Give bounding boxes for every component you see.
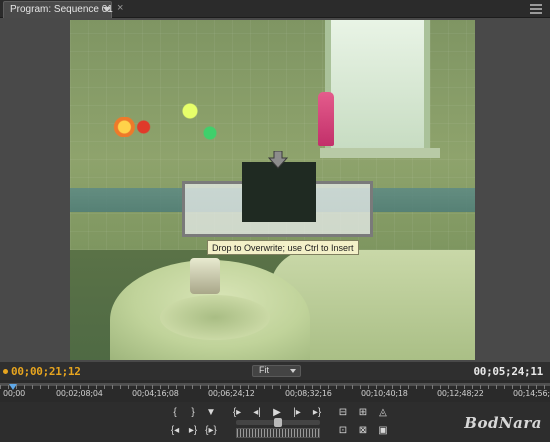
close-icon[interactable]: × [117, 2, 123, 14]
extract-button[interactable]: ⊞ [354, 406, 372, 420]
shuttle-slider[interactable] [236, 418, 320, 427]
play-in-to-out-button[interactable]: {▸} [202, 424, 220, 438]
video-toy [200, 125, 220, 141]
safe-margins-button[interactable]: ▣ [374, 424, 392, 438]
playhead-marker-icon [3, 369, 8, 374]
shuttle-knob[interactable] [274, 418, 282, 427]
video-toy [180, 102, 200, 120]
video-basin [160, 295, 270, 340]
step-back-button[interactable]: ◂| [248, 406, 266, 420]
zoom-select[interactable]: Fit [252, 365, 301, 377]
current-timecode[interactable]: 00;00;21;12 [11, 365, 81, 378]
chevron-down-icon [290, 369, 296, 373]
tab-label: Program: Sequence 01 [10, 4, 113, 15]
video-window [325, 20, 430, 150]
video-sill [320, 148, 440, 158]
mark-in-button[interactable]: { [166, 406, 184, 420]
jog-wheel[interactable] [236, 428, 320, 438]
chevron-down-icon[interactable] [103, 7, 111, 12]
ruler-tick-label: 00;10;40;18 [361, 389, 408, 398]
drag-clip-thumbnail[interactable] [242, 162, 316, 222]
clear-out-button[interactable]: ▸} [184, 424, 202, 438]
watermark-logo: BodNara [464, 414, 542, 432]
timecode-bar: 00;00;21;12 Fit 00;05;24;11 [0, 362, 550, 380]
ruler-tick-label: 00;14;56; [513, 389, 550, 398]
panel-menu-icon[interactable] [530, 4, 542, 14]
lift-button[interactable]: ⊟ [334, 406, 352, 420]
ruler-tick-label: 00;00 [3, 389, 26, 398]
zoom-select-value: Fit [259, 365, 269, 375]
transport-controls: { } ▼ {▸ ◂| ▶ |▸ ▸} ⊟ ⊞ ◬ {◂ ▸} {▸} ⊡ ⊠ … [0, 402, 550, 442]
time-ruler[interactable]: 00;00 00;02;08;04 00;04;16;08 00;06;24;1… [0, 380, 550, 402]
tab-program-monitor[interactable]: Program: Sequence 01 [3, 1, 113, 18]
clear-in-button[interactable]: {◂ [166, 424, 184, 438]
video-tap [190, 258, 220, 294]
video-bottle [318, 92, 334, 146]
duration-timecode: 00;05;24;11 [473, 365, 543, 378]
go-to-in-button[interactable]: {▸ [228, 406, 246, 420]
ruler-tick-label: 00;12;48;22 [437, 389, 484, 398]
panel-tab-bar: Program: Sequence 01 × [0, 0, 550, 18]
ruler-tick-label: 00;08;32;16 [285, 389, 332, 398]
set-marker-button[interactable]: ▼ [202, 406, 220, 420]
go-to-out-button[interactable]: ▸} [308, 406, 326, 420]
ruler-tick-label: 00;04;16;08 [132, 389, 179, 398]
step-forward-button[interactable]: |▸ [288, 406, 306, 420]
trim-monitor-button[interactable]: ◬ [374, 406, 392, 420]
drop-tooltip: Drop to Overwrite; use Ctrl to Insert [207, 240, 359, 255]
drop-arrow-icon [268, 151, 288, 169]
ruler-tick-label: 00;06;24;12 [208, 389, 255, 398]
export-frame-button[interactable]: ⊡ [334, 424, 352, 438]
mark-out-button[interactable]: } [184, 406, 202, 420]
video-toy [110, 117, 158, 137]
multicam-button[interactable]: ⊠ [354, 424, 372, 438]
ruler-tick-label: 00;02;08;04 [56, 389, 103, 398]
